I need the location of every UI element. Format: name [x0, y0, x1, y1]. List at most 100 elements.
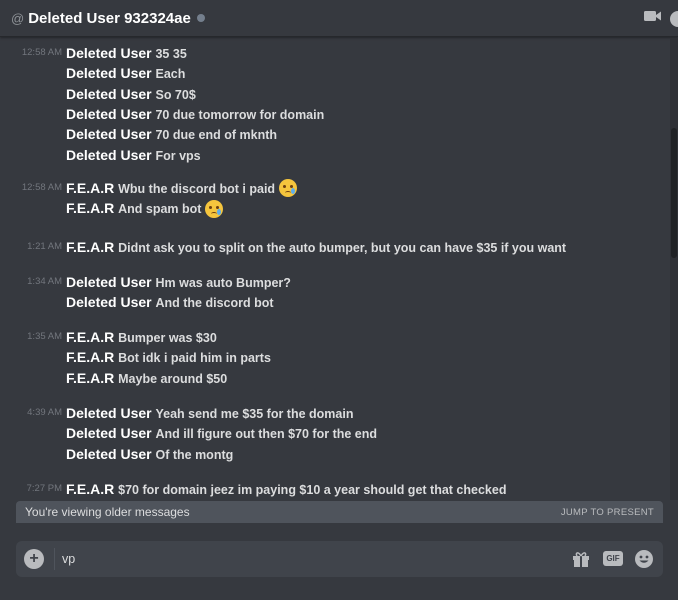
- message-row: Deleted User And ill figure out then $70…: [0, 423, 668, 443]
- add-attachment-icon[interactable]: +: [24, 549, 44, 569]
- message-timestamp: 12:58 AM: [21, 182, 62, 193]
- message-timestamp: 1:34 AM: [27, 276, 62, 287]
- message-text: For vps: [155, 148, 201, 163]
- message-body: Deleted User So 70$: [66, 84, 196, 105]
- message-body: Deleted User Yeah send me $35 for the do…: [66, 403, 353, 424]
- message-text: Maybe around $50: [118, 371, 228, 386]
- message-author[interactable]: F.E.A.R: [66, 370, 114, 386]
- message-author[interactable]: F.E.A.R: [66, 200, 114, 216]
- message-row: F.E.A.R Maybe around $50: [0, 368, 668, 388]
- message-author[interactable]: Deleted User: [66, 147, 152, 163]
- video-call-icon[interactable]: [644, 9, 662, 28]
- offline-status-icon: [196, 14, 205, 22]
- message-text: Yeah send me $35 for the domain: [155, 407, 354, 421]
- message-text: And ill figure out then $70 for the end: [155, 427, 378, 442]
- message-body: F.E.A.R Wbu the discord bot i paid: [66, 178, 298, 199]
- message-body: Deleted User 70 due end of mknth: [66, 124, 277, 145]
- message-body: Deleted User And the discord bot: [66, 292, 274, 313]
- older-messages-text: You're viewing older messages: [25, 505, 190, 519]
- message-text: Wbu the discord bot i paid: [118, 182, 276, 196]
- message-author[interactable]: Deleted User: [66, 45, 152, 61]
- message-input[interactable]: [62, 549, 542, 569]
- gif-picker-button[interactable]: GIF: [603, 551, 623, 566]
- scrollbar-track[interactable]: [670, 38, 678, 500]
- message-text: So 70$: [155, 87, 196, 102]
- message-timestamp: 1:21 AM: [27, 241, 62, 252]
- message-text: $70 for domain jeez im paying $10 a year…: [118, 483, 507, 497]
- message-author[interactable]: Deleted User: [66, 405, 152, 421]
- message-row: F.E.A.R Bot idk i paid him in parts: [0, 347, 668, 367]
- message-body: Deleted User Hm was auto Bumper?: [66, 272, 291, 293]
- message-text: 70 due end of mknth: [155, 128, 278, 143]
- message-row: Deleted User Each: [0, 63, 668, 83]
- message-row: Deleted User So 70$: [0, 84, 668, 104]
- message-author[interactable]: Deleted User: [66, 65, 152, 81]
- message-body: Deleted User 35 35: [66, 43, 187, 64]
- message-body: F.E.A.R $70 for domain jeez im paying $1…: [66, 479, 506, 500]
- message-timestamp: 12:58 AM: [21, 47, 62, 58]
- message-composer: + GIF: [16, 541, 663, 577]
- message-row: Deleted User For vps: [0, 145, 668, 165]
- message-author[interactable]: F.E.A.R: [66, 180, 114, 196]
- message-row: 1:21 AM F.E.A.R Didnt ask you to split on…: [0, 237, 668, 257]
- message-body: Deleted User Each: [66, 63, 185, 84]
- message-body: F.E.A.R And spam bot: [66, 198, 224, 219]
- message-body: Deleted User 70 due tomorrow for domain: [66, 104, 324, 125]
- message-text: Each: [155, 67, 186, 82]
- inbox-icon[interactable]: [668, 9, 678, 29]
- message-text: Of the montg: [155, 447, 234, 462]
- message-text: Bot idk i paid him in parts: [118, 351, 271, 366]
- message-body: F.E.A.R Maybe around $50: [66, 368, 227, 389]
- message-text: Bumper was $30: [118, 331, 217, 345]
- message-row: 7:27 PM F.E.A.R $70 for domain jeez im pa…: [0, 479, 668, 499]
- message-author[interactable]: Deleted User: [66, 294, 152, 310]
- message-body: F.E.A.R Bot idk i paid him in parts: [66, 347, 271, 368]
- message-row: Deleted User 70 due tomorrow for domain: [0, 104, 668, 124]
- message-author[interactable]: Deleted User: [66, 126, 152, 142]
- composer-divider: [54, 548, 55, 570]
- message-timestamp: 7:27 PM: [26, 483, 62, 494]
- message-body: F.E.A.R Didnt ask you to split on the au…: [66, 237, 566, 258]
- scrollbar-thumb[interactable]: [671, 128, 677, 258]
- message-row: 12:58 AM Deleted User 35 35: [0, 43, 668, 63]
- channel-header: @ Deleted User 932324ae: [0, 0, 678, 37]
- message-body: Deleted User And ill figure out then $70…: [66, 423, 377, 444]
- message-body: Deleted User Of the montg: [66, 444, 233, 465]
- message-text: And spam bot: [118, 202, 202, 217]
- message-row: Deleted User And the discord bot: [0, 292, 668, 312]
- message-text: 35 35: [155, 47, 187, 61]
- message-row: Deleted User 70 due end of mknth: [0, 124, 668, 144]
- message-timestamp: 1:35 AM: [27, 331, 62, 342]
- message-row: 12:58 AM F.E.A.R Wbu the discord bot i pa…: [0, 178, 668, 198]
- gift-icon[interactable]: [572, 550, 590, 573]
- message-row: Deleted User Of the montg: [0, 444, 668, 464]
- channel-name: Deleted User 932324ae: [28, 9, 191, 27]
- at-symbol: @: [11, 10, 25, 26]
- message-author[interactable]: F.E.A.R: [66, 481, 114, 497]
- jump-to-present-button[interactable]: JUMP TO PRESENT: [561, 507, 654, 518]
- message-author[interactable]: F.E.A.R: [66, 329, 114, 345]
- emoji-picker-icon[interactable]: [634, 549, 654, 574]
- message-author[interactable]: Deleted User: [66, 274, 152, 290]
- message-text: And the discord bot: [155, 296, 274, 311]
- message-text: Didnt ask you to split on the auto bumpe…: [118, 241, 567, 255]
- message-author[interactable]: F.E.A.R: [66, 349, 114, 365]
- message-author[interactable]: Deleted User: [66, 446, 152, 462]
- message-text: 70 due tomorrow for domain: [155, 107, 325, 122]
- message-timestamp: 4:39 AM: [27, 407, 62, 418]
- message-text: Hm was auto Bumper?: [155, 276, 291, 290]
- message-author[interactable]: Deleted User: [66, 86, 152, 102]
- message-row: F.E.A.R And spam bot: [0, 198, 668, 218]
- crying-face-emoji-icon: [205, 199, 224, 218]
- message-author[interactable]: Deleted User: [66, 425, 152, 441]
- message-list: 12:58 AM Deleted User 35 35 Deleted User E…: [0, 38, 668, 500]
- older-messages-bar: You're viewing older messages JUMP TO PR…: [16, 501, 663, 523]
- crying-face-emoji-icon: [279, 179, 298, 198]
- message-row: 1:34 AM Deleted User Hm was auto Bumper?: [0, 272, 668, 292]
- message-body: Deleted User For vps: [66, 145, 201, 166]
- message-body: F.E.A.R Bumper was $30: [66, 327, 217, 348]
- message-row: 4:39 AM Deleted User Yeah send me $35 for…: [0, 403, 668, 423]
- message-row: 1:35 AM F.E.A.R Bumper was $30: [0, 327, 668, 347]
- message-author[interactable]: Deleted User: [66, 106, 152, 122]
- message-author[interactable]: F.E.A.R: [66, 239, 114, 255]
